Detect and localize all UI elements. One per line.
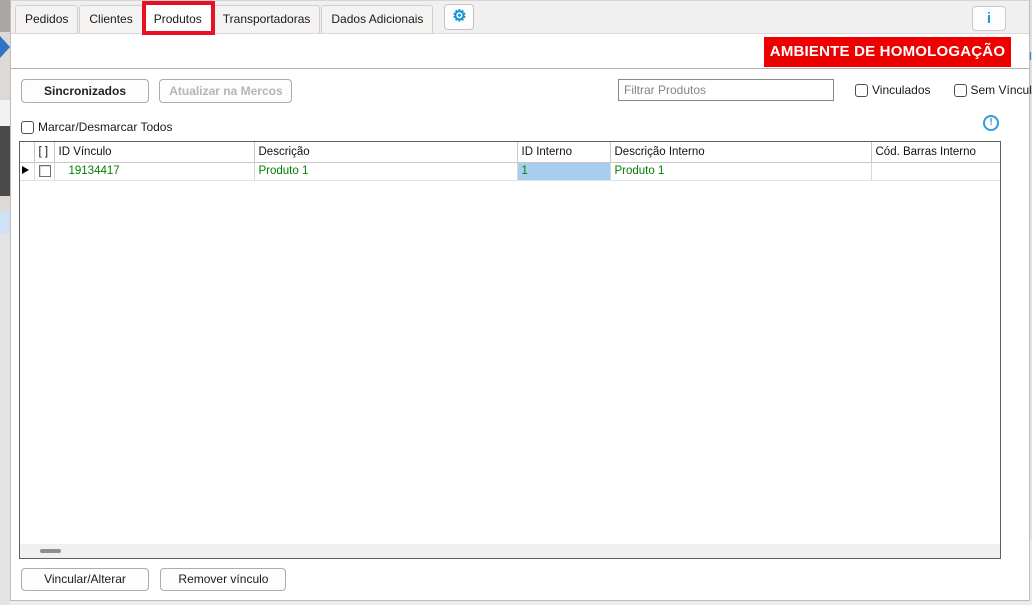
app-window: Pedidos Clientes Produtos Transportadora… (10, 0, 1030, 601)
header-row: [ ] ID Vínculo Descrição ID Interno Desc… (20, 142, 1000, 162)
row-selector-header (20, 142, 34, 162)
row-checkbox-cell[interactable] (34, 162, 54, 180)
background-image-fragment (0, 126, 10, 196)
row-checkbox-icon[interactable] (39, 165, 51, 177)
tab-label: Dados Adicionais (331, 12, 423, 26)
checkbox-icon (21, 121, 34, 134)
sincronizados-button[interactable]: Sincronizados (21, 79, 149, 103)
tab-clientes[interactable]: Clientes (79, 5, 142, 33)
products-grid: [ ] ID Vínculo Descrição ID Interno Desc… (19, 141, 1001, 559)
background-fragment (0, 0, 10, 32)
environment-banner: AMBIENTE DE HOMOLOGAÇÃO (764, 37, 1011, 67)
col-header-descricao-interno[interactable]: Descrição Interno (610, 142, 871, 162)
col-header-id-vinculo[interactable]: ID Vínculo (54, 142, 254, 162)
filter-group: Vinculados Sem Vínculo (618, 79, 1032, 101)
cell-id-vinculo[interactable]: 19134417 (54, 162, 254, 180)
screen: Pedidos Clientes Produtos Transportadora… (0, 0, 1032, 605)
cell-cod-barras-interno[interactable] (871, 162, 1000, 180)
select-all-checkbox[interactable]: Marcar/Desmarcar Todos (21, 120, 172, 134)
banner-row: AMBIENTE DE HOMOLOGAÇÃO (11, 34, 1029, 69)
col-header-cod-barras-interno[interactable]: Cód. Barras Interno (871, 142, 1000, 162)
tab-label: Transportadoras (223, 12, 311, 26)
tab-bar: Pedidos Clientes Produtos Transportadora… (11, 1, 1029, 34)
grid-hscrollbar-track[interactable] (20, 544, 1000, 558)
vinculados-checkbox[interactable]: Vinculados (855, 83, 931, 97)
tab-label: Clientes (89, 12, 132, 26)
info-button[interactable]: i (972, 6, 1006, 31)
background-fragment (0, 234, 10, 605)
cell-descricao-interno[interactable]: Produto 1 (610, 162, 871, 180)
footer: Vincular/Alterar Remover vínculo (21, 568, 286, 591)
col-header-id-interno[interactable]: ID Interno (517, 142, 610, 162)
toolbar: Sincronizados Atualizar na Mercos Vincul… (11, 69, 1029, 113)
warning-icon[interactable]: ! (983, 115, 999, 131)
cell-descricao[interactable]: Produto 1 (254, 162, 517, 180)
products-table: [ ] ID Vínculo Descrição ID Interno Desc… (20, 142, 1000, 181)
checkbox-icon (954, 84, 967, 97)
tab-label: Pedidos (25, 12, 68, 26)
tab-dados-adicionais[interactable]: Dados Adicionais (321, 5, 433, 33)
select-all-row: Marcar/Desmarcar Todos ! (21, 117, 1029, 137)
tab-produtos[interactable]: Produtos (144, 3, 212, 33)
info-icon: i (987, 11, 991, 26)
grid-hscrollbar-thumb[interactable] (40, 549, 61, 553)
remover-vinculo-button[interactable]: Remover vínculo (160, 568, 286, 591)
filter-products-input[interactable] (618, 79, 834, 101)
settings-button[interactable]: ⚙ (444, 4, 474, 30)
tab-label: Produtos (154, 12, 202, 26)
table-row[interactable]: 19134417 Produto 1 1 Produto 1 (20, 162, 1000, 180)
current-row-arrow-icon (22, 166, 29, 174)
col-header-checkbox[interactable]: [ ] (34, 142, 54, 162)
col-header-descricao[interactable]: Descrição (254, 142, 517, 162)
atualizar-mercos-button[interactable]: Atualizar na Mercos (159, 79, 292, 103)
background-logo-fragment (0, 36, 10, 58)
cell-id-interno-selected[interactable]: 1 (517, 162, 610, 180)
vinculados-label: Vinculados (872, 83, 931, 97)
background-fragment (0, 100, 10, 126)
background-fragment (0, 212, 10, 234)
background-window-left-fragment (0, 0, 10, 605)
tab-pedidos[interactable]: Pedidos (15, 5, 78, 33)
sem-vinculo-checkbox[interactable]: Sem Vínculo (954, 83, 1032, 97)
checkbox-icon (855, 84, 868, 97)
sem-vinculo-label: Sem Vínculo (971, 83, 1032, 97)
gear-icon: ⚙ (452, 9, 466, 25)
row-selector-cell (20, 162, 34, 180)
vincular-alterar-button[interactable]: Vincular/Alterar (21, 568, 149, 591)
tab-transportadoras[interactable]: Transportadoras (213, 5, 321, 33)
select-all-label: Marcar/Desmarcar Todos (38, 120, 172, 134)
